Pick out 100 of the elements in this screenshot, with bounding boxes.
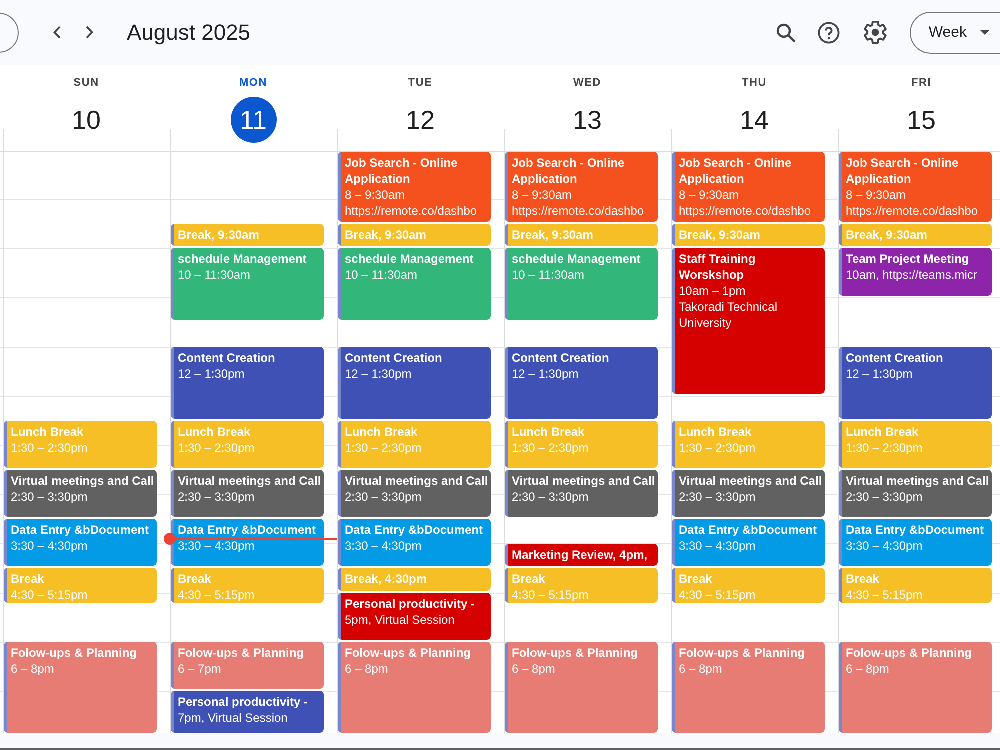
calendar-event[interactable]: Team Project Meeting 10am, https://teams.micr — [839, 248, 992, 296]
event-title: Virtual meetings and Call — [679, 472, 822, 489]
search-icon — [776, 22, 796, 42]
event-title: Folow-ups & Planning — [846, 645, 972, 661]
event-title: Data Entry &bDocument — [178, 522, 316, 538]
calendar-event[interactable]: Break 4:30 – 5:15pm — [171, 568, 324, 604]
event-title: Virtual meetings and Call — [11, 472, 154, 489]
calendar-event[interactable]: Lunch Break 1:30 – 2:30pm — [171, 420, 324, 468]
event-title: schedule Management — [178, 251, 307, 268]
event-time: 1:30 – 2:30pm — [345, 440, 422, 456]
event-time: 2:30 – 3:30pm — [11, 488, 88, 505]
event-title: Job Search - Online Application — [846, 155, 960, 187]
calendar-event[interactable]: Marketing Review, 4pm, — [505, 544, 658, 566]
event-time: 8 – 9:30am — [846, 187, 906, 203]
calendar-event[interactable]: Folow-ups & Planning 6 – 8pm — [839, 642, 992, 733]
event-time: 10 – 11:30am — [345, 267, 418, 284]
event-title: Content Creation — [345, 350, 442, 366]
calendar-event[interactable]: Break, 9:30am — [171, 224, 324, 246]
calendar-event[interactable]: Job Search - Online Application 8 – 9:30am https://remote.co/dashbo — [672, 152, 825, 222]
calendar-event[interactable]: Personal productivity - 7pm, Virtual Session — [171, 691, 324, 733]
event-title: Folow-ups & Planning — [345, 645, 471, 661]
event-title: Content Creation — [512, 350, 610, 366]
calendar-event[interactable]: Lunch Break 1:30 – 2:30pm — [338, 420, 491, 468]
date-number[interactable]: 12 — [398, 97, 444, 143]
event-title: Break, 9:30am — [679, 226, 760, 243]
event-title: Team Project Meeting — [846, 251, 970, 268]
event-title: Lunch Break — [178, 424, 251, 440]
calendar-event[interactable]: Break, 9:30am — [338, 224, 491, 246]
calendar-event[interactable]: Job Search - Online Application 8 – 9:30am https://remote.co/dashbo — [505, 152, 658, 222]
calendar-event[interactable]: Break 4:30 – 5:15pm — [672, 568, 825, 604]
calendar-event[interactable]: Folow-ups & Planning 6 – 8pm — [338, 642, 491, 733]
date-number[interactable]: 15 — [898, 97, 944, 143]
event-time: 1:30 – 2:30pm — [512, 440, 589, 456]
calendar-event[interactable]: Virtual meetings and Call 2:30 – 3:30pm — [338, 470, 491, 517]
event-title: Folow-ups & Planning — [512, 645, 638, 661]
calendar-event[interactable]: Lunch Break 1:30 – 2:30pm — [672, 420, 825, 468]
calendar-event[interactable]: Break, 9:30am — [505, 224, 658, 246]
event-time: 6 – 8pm — [345, 661, 388, 677]
calendar-event[interactable]: Lunch Break 1:30 – 2:30pm — [505, 420, 658, 468]
calendar-event[interactable]: Break, 4:30pm — [338, 568, 491, 591]
calendar-event[interactable]: schedule Management 10 – 11:30am — [171, 248, 324, 320]
date-number[interactable]: 11 — [230, 97, 276, 143]
event-title: schedule Management — [512, 251, 641, 268]
calendar-event[interactable]: Break, 9:30am — [672, 224, 825, 246]
calendar-event[interactable]: Content Creation 12 – 1:30pm — [505, 346, 658, 419]
calendar-event[interactable]: Virtual meetings and Call 2:30 – 3:30pm — [4, 470, 157, 517]
date-number[interactable]: 14 — [732, 97, 778, 143]
event-time: 12 – 1:30pm — [512, 366, 579, 382]
calendar-event[interactable]: Break 4:30 – 5:15pm — [505, 568, 658, 604]
event-detail: Takoradi Technical University — [679, 299, 779, 332]
date-number[interactable]: 10 — [64, 97, 110, 143]
calendar-event[interactable]: Content Creation 12 – 1:30pm — [338, 346, 491, 419]
event-time: 4:30 – 5:15pm — [846, 587, 923, 604]
event-title: Virtual meetings and Call — [178, 472, 322, 489]
calendar-event[interactable]: Personal productivity - 5pm, Virtual Session — [338, 592, 491, 640]
calendar-event[interactable]: Break 4:30 – 5:15pm — [4, 568, 157, 604]
event-time: 3:30 – 4:30pm — [11, 538, 88, 554]
calendar-event[interactable]: Virtual meetings and Call 2:30 – 3:30pm — [839, 470, 992, 517]
calendar-event[interactable]: Virtual meetings and Call 2:30 – 3:30pm — [505, 470, 658, 517]
event-detail: https://remote.co/dashbo — [345, 203, 478, 219]
calendar-event[interactable]: Folow-ups & Planning 6 – 7pm — [171, 642, 324, 690]
calendar-event[interactable]: Data Entry &bDocument 3:30 – 4:30pm — [338, 519, 491, 566]
date-number[interactable]: 13 — [564, 97, 610, 143]
event-title: Personal productivity - — [345, 596, 476, 612]
calendar-event[interactable]: schedule Management 10 – 11:30am — [505, 248, 658, 320]
calendar-event[interactable]: Content Creation 12 – 1:30pm — [839, 346, 992, 419]
calendar-event[interactable]: Virtual meetings and Call 2:30 – 3:30pm — [672, 470, 825, 517]
weekday-label: TUE — [408, 76, 433, 90]
calendar-event[interactable]: Break 4:30 – 5:15pm — [839, 568, 992, 604]
event-time: 4:30 – 5:15pm — [178, 587, 255, 604]
weekday-label: SUN — [74, 76, 100, 90]
event-time: 4:30 – 5:15pm — [11, 587, 88, 604]
calendar-event[interactable]: Job Search - Online Application 8 – 9:30am https://remote.co/dashbo — [338, 152, 491, 222]
event-detail: https://remote.co/dashbo — [679, 203, 812, 219]
event-time: 2:30 – 3:30pm — [512, 488, 589, 505]
calendar-event[interactable]: Content Creation 12 – 1:30pm — [171, 346, 324, 419]
calendar-event[interactable]: Virtual meetings and Call 2:30 – 3:30pm — [171, 470, 324, 517]
calendar-event[interactable]: Data Entry &bDocument 3:30 – 4:30pm — [171, 519, 324, 566]
calendar-event[interactable]: Data Entry &bDocument 3:30 – 4:30pm — [672, 519, 825, 566]
calendar-event[interactable]: Folow-ups & Planning 6 – 8pm — [4, 642, 157, 733]
calendar-event[interactable]: Staff Training Worskshop 10am – 1pm Takoradi Technical University — [672, 248, 825, 394]
calendar-event[interactable]: Job Search - Online Application 8 – 9:30am https://remote.co/dashbo — [839, 152, 992, 222]
event-time: 4:30 – 5:15pm — [512, 587, 589, 604]
calendar-event[interactable]: Data Entry &bDocument 3:30 – 4:30pm — [839, 519, 992, 566]
calendar-event[interactable]: Lunch Break 1:30 – 2:30pm — [4, 420, 157, 468]
calendar-event[interactable]: Break, 9:30am — [839, 224, 992, 246]
calendar-event[interactable]: Folow-ups & Planning 6 – 8pm — [505, 642, 658, 733]
event-title: Break — [178, 571, 212, 588]
calendar-event[interactable]: schedule Management 10 – 11:30am — [338, 248, 491, 320]
event-title: Break, 9:30am — [846, 226, 928, 243]
event-time: 8 – 9:30am — [345, 187, 406, 203]
calendar-event[interactable]: Lunch Break 1:30 – 2:30pm — [839, 420, 992, 468]
event-time: 6 – 7pm — [178, 661, 222, 677]
weekday-label: WED — [573, 76, 602, 90]
event-title: Data Entry &bDocument — [846, 522, 984, 538]
event-title: Break, 9:30am — [512, 226, 594, 243]
event-title: Content Creation — [846, 350, 944, 366]
calendar-event[interactable]: Folow-ups & Planning 6 – 8pm — [672, 642, 825, 733]
calendar-event[interactable]: Data Entry &bDocument 3:30 – 4:30pm — [4, 519, 157, 566]
view-dropdown[interactable]: Week — [910, 12, 1000, 54]
